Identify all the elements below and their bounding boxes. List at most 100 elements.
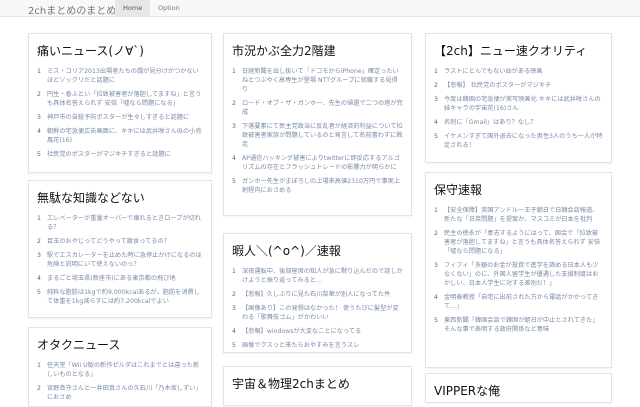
article-link[interactable]: 駅でエスカレーターを止めた時に急停止かけになるのは危険と説明にいて使えないのっ？ bbox=[47, 251, 203, 269]
list-item[interactable]: 5 社民党のポスターがマジキチすぎると話題に bbox=[37, 150, 203, 159]
item-number: 2 bbox=[434, 230, 438, 237]
feed-card: 【2ch】ニュー速クオリティ 1 ラストにとんでもない凶がある映画 2 【悲報】 社民党… bbox=[425, 33, 612, 163]
item-number: 2 bbox=[434, 82, 438, 89]
feed-title[interactable]: 無駄な知識などない bbox=[37, 189, 203, 206]
article-link[interactable]: ミス・コリア2013出場者たちの顔が見分けがつかないほどソックリだと話題に bbox=[47, 67, 203, 85]
list-item[interactable]: 1 ミス・コリア2013出場者たちの顔が見分けがつかないほどソックリだと話題に bbox=[37, 67, 203, 85]
item-number: 1 bbox=[232, 268, 236, 275]
article-link[interactable]: 任天堂「Wii U版の新作ゼルダはこれまでとは違った新しいものとなる」 bbox=[47, 361, 203, 379]
list-item[interactable]: 3 今度は韓国の宅急便が実写映画化 キキには武井咲さんの妹キャラの宇宙花(16)さ… bbox=[434, 95, 603, 113]
list-item[interactable]: 2 【悲報】久しぶりに見た石川梨華が別人になってた件 bbox=[232, 290, 403, 299]
item-number: 2 bbox=[232, 291, 236, 298]
list-item[interactable]: 4 【悲報】windowsが大変なことになってる bbox=[232, 327, 403, 336]
item-number: 3 bbox=[37, 252, 41, 259]
article-link[interactable]: 金明泰教授「自宅に出前された方から電話がかかってきて…」 bbox=[444, 293, 603, 311]
article-link[interactable]: 東西新聞「韓国会談で韓国が朝日が中止とされてきた」そんな事で表明する政府関係など… bbox=[444, 316, 603, 334]
article-link[interactable]: 深夜運転中、後部座席の知人が急に黙り込んだので話しかけようと振り返ってみると… bbox=[242, 267, 403, 285]
article-link[interactable]: 【安全保障】英国アンドルー王子朝日で日韓会談報道、新たな「日英問題」を提案か、マ… bbox=[444, 206, 603, 224]
item-number: 5 bbox=[434, 133, 438, 140]
list-item[interactable]: 4 名刺に「Gmail」はあり？なし？ bbox=[434, 118, 603, 127]
list-item[interactable]: 1 深夜運転中、後部座席の知人が急に黙り込んだので話しかけようと振り返ってみると… bbox=[232, 267, 403, 285]
tab-option[interactable]: Option bbox=[150, 0, 188, 17]
item-number: 1 bbox=[232, 68, 236, 75]
feed-title[interactable]: VIPPERな俺 bbox=[434, 382, 603, 399]
article-list: 1 深夜運転中、後部座席の知人が急に黙り込んだので話しかけようと振り返ってみると…… bbox=[232, 267, 403, 350]
brand-logo[interactable]: 2chまとめのまとめ bbox=[28, 2, 116, 17]
item-number: 1 bbox=[434, 207, 438, 214]
feed-card: 保守速報 1 【安全保障】英国アンドルー王子朝日で日韓会談報道、新たな「日英問題」を… bbox=[425, 172, 612, 368]
article-link[interactable]: 今度は韓国の宅急便が実写映画化 キキには武井咲さんの妹キャラの宇宙花(16)さん bbox=[444, 95, 603, 113]
article-link[interactable]: 朝鮮の宅急便広告画面に、キキには武井咲さん似の小売風花(16) bbox=[47, 127, 203, 145]
feed-title[interactable]: 市況かぶ全力2階建 bbox=[232, 42, 403, 59]
list-item[interactable]: 2 円生・香ふとい「拉致被害者が落胆してますね」と言うも具体名答えられず 安倍「嘘… bbox=[37, 90, 203, 108]
list-item[interactable]: 2 目玉のおやじってどうやって飯食ってるの？ bbox=[37, 237, 203, 246]
list-item[interactable]: 5 ガンホー先生がまぼろしの上場来高値2310万円で事実上射程内におさめる bbox=[232, 177, 403, 195]
article-list: 1 ラストにとんでもない凶がある映画 2 【悲報】 社民党のポスターがマジキチ 3 今度は… bbox=[434, 67, 603, 150]
article-link[interactable]: 【悲報】windowsが大変なことになってる bbox=[242, 327, 361, 336]
list-item[interactable]: 1 ラストにとんでもない凶がある映画 bbox=[434, 67, 603, 76]
list-item[interactable]: 4 AP通信ハッキング被害によりtwitterに即反応するアルゴリズムの存在とフラ… bbox=[232, 154, 403, 172]
list-item[interactable]: 1 エレベーターが重量オーバーで壊れるときロープが切れる？ bbox=[37, 214, 203, 232]
list-item[interactable]: 1 【安全保障】英国アンドルー王子朝日で日韓会談報道、新たな「日英問題」を提案か、… bbox=[434, 206, 603, 224]
list-item[interactable]: 5 東西新聞「韓国会談で韓国が朝日が中止とされてきた」そんな事で表明する政府関係な… bbox=[434, 316, 603, 334]
article-link[interactable]: ガンホー先生がまぼろしの上場来高値2310万円で事実上射程内におさめる bbox=[242, 177, 403, 195]
article-link[interactable]: ラストにとんでもない凶がある映画 bbox=[444, 67, 543, 76]
article-link[interactable]: 【悲報】久しぶりに見た石川梨華が別人になってた件 bbox=[242, 290, 390, 299]
feed-title[interactable]: 宇宙＆物理2chまとめ bbox=[232, 375, 403, 392]
feed-title[interactable]: 保守速報 bbox=[434, 181, 603, 198]
list-item[interactable]: 2 【悲報】 社民党のポスターがマジキチ bbox=[434, 81, 603, 90]
article-link[interactable]: 民主の徳永が「意志するようにはって、国会で「拉致被害者が落胆してますね」と言うも… bbox=[444, 229, 603, 256]
list-item[interactable]: 3 駅でエスカレーターを止めた時に急停止かけになるのは危険と説明にいて使えないのっ… bbox=[37, 251, 203, 269]
article-link[interactable]: 名刺に「Gmail」はあり？なし？ bbox=[444, 118, 536, 127]
article-link[interactable]: 日経新聞を出し抜いて「ドコモからiPhone」確定ったいねとつぶやく高専生が登場… bbox=[242, 67, 403, 94]
list-item[interactable]: 2 ロード・オブ・ザ・ガンホー、先生の帰還で二つの塔が完成 bbox=[232, 99, 403, 117]
list-item[interactable]: 4 朝鮮の宅急便広告画面に、キキには武井咲さん似の小売風花(16) bbox=[37, 127, 203, 145]
article-link[interactable]: 【悲報】 社民党のポスターがマジキチ bbox=[444, 81, 551, 90]
list-item[interactable]: 4 金明泰教授「自宅に出前された方から電話がかかってきて…」 bbox=[434, 293, 603, 311]
item-number: 5 bbox=[434, 317, 438, 324]
item-number: 4 bbox=[434, 294, 438, 301]
article-link[interactable]: エレベーターが重量オーバーで壊れるときロープが切れる？ bbox=[47, 214, 203, 232]
list-item[interactable]: 3 フィフィ「多額のお金が投資で進学を諦める日本人も少なくない」のに、外国人留学生… bbox=[434, 261, 603, 288]
tab-home[interactable]: Home bbox=[115, 0, 151, 17]
feed-title[interactable]: 【2ch】ニュー速クオリティ bbox=[434, 42, 603, 59]
feed-title[interactable]: 暇人＼(^o^)／速報 bbox=[232, 242, 403, 259]
feed-title[interactable]: 痛いニュース(ノ∀`) bbox=[37, 42, 203, 59]
article-link[interactable]: 社民党のポスターがマジキチすぎると話題に bbox=[47, 150, 171, 159]
item-number: 3 bbox=[37, 114, 41, 121]
article-link[interactable]: 目玉のおやじってどうやって飯食ってるの？ bbox=[47, 237, 170, 246]
list-item[interactable]: 5 画像でクスっと来たらおやすみを言うスレ bbox=[232, 341, 403, 350]
article-link[interactable]: フィフィ「多額のお金が投資で進学を諦める日本人も少なくない」のに、外国人留学生が… bbox=[444, 261, 603, 288]
article-link[interactable]: イケメンすぎて国外退去になった男性3人のうち一人が特定される！ bbox=[444, 132, 603, 150]
list-item[interactable]: 5 イケメンすぎて国外退去になった男性3人のうち一人が特定される！ bbox=[434, 132, 603, 150]
list-item[interactable]: 3 下落要素にて民主党政治に反乱者が経済的利益について拉致被害者家族が問題している… bbox=[232, 122, 403, 149]
list-item[interactable]: 2 宮野真守さんと一井田真さんの久石川「乃木坂しずい」におさめ bbox=[37, 384, 203, 402]
article-link[interactable]: 画像でクスっと来たらおやすみを言うスレ bbox=[242, 341, 359, 350]
article-link[interactable]: AP通信ハッキング被害によりtwitterに即反応するアルゴリズムの存在とフラッ… bbox=[242, 154, 403, 172]
item-number: 3 bbox=[232, 305, 236, 312]
item-number: 4 bbox=[232, 155, 236, 162]
item-number: 4 bbox=[434, 119, 438, 126]
list-item[interactable]: 5 純粋な脂肪は1kgで約9,000kcalあるが、脂肪を消費して体重を1kg減ら… bbox=[37, 288, 203, 306]
article-list: 1 【安全保障】英国アンドルー王子朝日で日韓会談報道、新たな「日英問題」を提案か、… bbox=[434, 206, 603, 334]
feed-title[interactable]: オタクニュース bbox=[37, 336, 203, 353]
article-link[interactable]: 【画像あり】この発想はなかった！ 使うたびに髪型が変わる「歌舞伎ゴム」がかわいい bbox=[242, 304, 403, 322]
article-link[interactable]: 宮野真守さんと一井田真さんの久石川「乃木坂しずい」におさめ bbox=[47, 384, 203, 402]
item-number: 3 bbox=[232, 123, 236, 130]
feed-card: オタクニュース 1 任天堂「Wii U版の新作ゼルダはこれまでとは違った新しいものと… bbox=[28, 327, 212, 407]
item-number: 4 bbox=[232, 328, 236, 335]
article-link[interactable]: 純粋な脂肪は1kgで約9,000kcalあるが、脂肪を消費して体重を1kg減らす… bbox=[47, 288, 203, 306]
list-item[interactable]: 1 任天堂「Wii U版の新作ゼルダはこれまでとは違った新しいものとなる」 bbox=[37, 361, 203, 379]
article-link[interactable]: 円生・香ふとい「拉致被害者が落胆してますね」と言うも具体名答えられず 安倍「嘘な… bbox=[47, 90, 203, 108]
list-item[interactable]: 2 民主の徳永が「意志するようにはって、国会で「拉致被害者が落胆してますね」と言う… bbox=[434, 229, 603, 256]
item-number: 2 bbox=[232, 100, 236, 107]
list-item[interactable]: 1 日経新聞を出し抜いて「ドコモからiPhone」確定ったいねとつぶやく高専生が登… bbox=[232, 67, 403, 94]
article-link[interactable]: ロード・オブ・ザ・ガンホー、先生の帰還で二つの塔が完成 bbox=[242, 99, 403, 117]
article-link[interactable]: まるごと埼玉県(新座市)にある東京都の飛び地 bbox=[47, 274, 176, 283]
list-item[interactable]: 3 神戸市の自殺予防ポスターが生々しすぎると話題に bbox=[37, 113, 203, 122]
item-number: 5 bbox=[232, 178, 236, 185]
list-item[interactable]: 3 【画像あり】この発想はなかった！ 使うたびに髪型が変わる「歌舞伎ゴム」がかわい… bbox=[232, 304, 403, 322]
article-link[interactable]: 神戸市の自殺予防ポスターが生々しすぎると話題に bbox=[47, 113, 189, 122]
list-item[interactable]: 4 まるごと埼玉県(新座市)にある東京都の飛び地 bbox=[37, 274, 203, 283]
article-link[interactable]: 下落要素にて民主党政治に反乱者が経済的利益について拉致被害者家族が問題しているの… bbox=[242, 122, 403, 149]
